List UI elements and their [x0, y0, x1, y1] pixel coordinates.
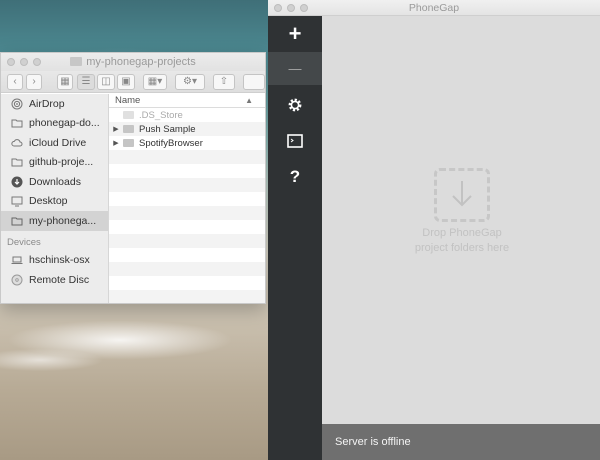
- terminal-button[interactable]: [268, 130, 322, 152]
- wave-foam: [0, 300, 280, 380]
- file-row[interactable]: .DS_Store: [109, 108, 265, 122]
- phonegap-titlebar[interactable]: PhoneGap: [268, 0, 600, 16]
- folder-icon: [70, 57, 83, 66]
- column-view-button[interactable]: ◫: [97, 74, 115, 90]
- folder-icon: [11, 217, 23, 226]
- remove-project-button[interactable]: —: [268, 52, 322, 85]
- sidebar-item-remote-disc[interactable]: Remote Disc: [1, 270, 108, 290]
- arrange-button[interactable]: ▦▾: [143, 74, 167, 90]
- finder-titlebar[interactable]: my-phonegap-projects: [1, 53, 265, 71]
- phonegap-window: PhoneGap + — ? Drop PhoneGap project fol…: [268, 0, 600, 460]
- arrange-icon: ▦▾: [147, 76, 163, 87]
- desktop-icon: [11, 196, 23, 207]
- icon-view-button[interactable]: ▦: [57, 74, 73, 90]
- finder-toolbar: ‹ › ▦ ☰ ◫ ▣ ▦▾ ⚙▾ ⇧: [1, 71, 265, 93]
- share-icon: ⇧: [219, 76, 229, 87]
- sort-ascending-icon: ▲: [245, 96, 253, 105]
- folder-icon: [123, 125, 134, 133]
- sidebar-item-github-projects[interactable]: github-proje...: [1, 153, 108, 173]
- cover-flow-button[interactable]: ▣: [117, 74, 135, 90]
- file-list: Name ▲ .DS_Store ▶ Push Sample ▶ Spotify…: [109, 94, 265, 303]
- plus-icon: +: [288, 21, 302, 46]
- cloud-icon: [11, 138, 23, 147]
- columns-icon: ◫: [101, 76, 111, 87]
- airdrop-icon: [11, 98, 23, 110]
- sidebar-item-icloud-drive[interactable]: iCloud Drive: [1, 133, 108, 153]
- tags-button[interactable]: [243, 74, 265, 90]
- share-button[interactable]: ⇧: [213, 74, 235, 90]
- back-button[interactable]: ‹: [7, 74, 23, 90]
- document-icon: [123, 111, 134, 119]
- sidebar-item-airdrop[interactable]: AirDrop: [1, 94, 108, 114]
- finder-window: my-phonegap-projects ‹ › ▦ ☰ ◫ ▣ ▦▾ ⚙▾ ⇧…: [0, 52, 266, 304]
- devices-heading: Devices: [7, 236, 41, 248]
- folder-icon: [123, 139, 134, 147]
- download-icon: [11, 176, 23, 188]
- drop-target: [434, 168, 490, 222]
- list-view-button[interactable]: ☰: [77, 74, 95, 90]
- disclosure-triangle-icon[interactable]: ▶: [109, 125, 123, 133]
- sidebar-item-phonegap-docs[interactable]: phonegap-do...: [1, 114, 108, 134]
- drop-instructions: Drop PhoneGap project folders here: [414, 227, 510, 254]
- name-column-header[interactable]: Name ▲: [109, 94, 265, 108]
- download-arrow-icon: [452, 181, 472, 207]
- settings-button[interactable]: [268, 94, 322, 116]
- file-row[interactable]: ▶ Push Sample: [109, 122, 265, 136]
- list-icon: ☰: [81, 76, 91, 87]
- server-status-text: Server is offline: [335, 436, 411, 448]
- sidebar-item-hschinsk-osx[interactable]: hschinsk-osx: [1, 251, 108, 271]
- disclosure-triangle-icon[interactable]: ▶: [109, 139, 123, 147]
- phonegap-sidebar: + — ?: [268, 16, 322, 460]
- file-rows: .DS_Store ▶ Push Sample ▶ SpotifyBrowser: [109, 108, 265, 303]
- grid-icon: ▦: [60, 76, 70, 87]
- gear-icon: ⚙▾: [183, 76, 197, 87]
- terminal-icon: [287, 134, 303, 148]
- forward-button[interactable]: ›: [26, 74, 42, 90]
- minus-icon: —: [288, 61, 302, 76]
- finder-sidebar: AirDrop phonegap-do... iCloud Drive gith…: [1, 94, 109, 303]
- server-status-bar: Server is offline: [322, 424, 600, 460]
- action-button[interactable]: ⚙▾: [175, 74, 205, 90]
- phonegap-title: PhoneGap: [408, 2, 460, 14]
- disc-icon: [11, 274, 23, 286]
- sidebar-item-desktop[interactable]: Desktop: [1, 192, 108, 212]
- project-drop-area[interactable]: Drop PhoneGap project folders here: [322, 16, 600, 424]
- folder-icon: [11, 158, 23, 167]
- finder-title: my-phonegap-projects: [1, 56, 265, 68]
- sidebar-item-my-phonegap-projects[interactable]: my-phonega...: [1, 211, 108, 231]
- laptop-icon: [11, 256, 23, 265]
- settings-icon: [288, 98, 302, 112]
- help-icon: ?: [289, 167, 301, 186]
- help-button[interactable]: ?: [268, 166, 322, 188]
- file-row[interactable]: ▶ SpotifyBrowser: [109, 136, 265, 150]
- coverflow-icon: ▣: [121, 76, 131, 87]
- sidebar-item-downloads[interactable]: Downloads: [1, 172, 108, 192]
- folder-icon: [11, 119, 23, 128]
- add-project-button[interactable]: +: [268, 16, 322, 52]
